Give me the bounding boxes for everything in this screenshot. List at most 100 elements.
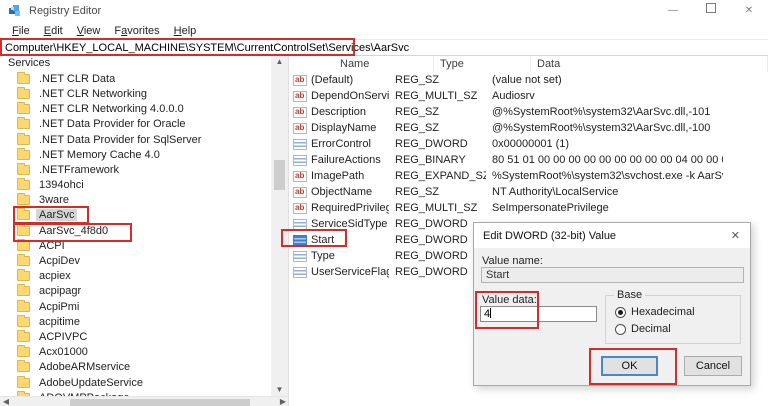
value-row[interactable]: DisplayName REG_SZ @%SystemRoot%\system3… bbox=[289, 120, 768, 136]
tree-item[interactable]: .NET Memory Cache 4.0 bbox=[0, 147, 271, 162]
folder-icon bbox=[17, 135, 30, 145]
vertical-scroll-thumb[interactable] bbox=[274, 160, 285, 190]
tree-item[interactable]: ACPIVPC bbox=[0, 329, 271, 344]
scroll-up-icon[interactable]: ▲ bbox=[271, 56, 288, 68]
tree-item[interactable]: .NET Data Provider for Oracle bbox=[0, 117, 271, 132]
folder-icon bbox=[17, 286, 30, 296]
menu-item[interactable]: Help bbox=[167, 25, 204, 37]
folder-icon bbox=[17, 317, 30, 327]
tree-horizontal-scrollbar[interactable]: ◀ ▶ bbox=[0, 396, 289, 406]
tree-item-label: acpipagr bbox=[36, 285, 84, 297]
ok-button[interactable]: OK bbox=[601, 356, 658, 376]
dialog-close-icon[interactable] bbox=[731, 229, 740, 242]
value-type-icon bbox=[293, 91, 307, 102]
minimize-icon[interactable] bbox=[654, 0, 692, 22]
tree-item[interactable]: acpitime bbox=[0, 314, 271, 329]
value-data: %SystemRoot%\system32\svchost.exe -k Aar… bbox=[486, 170, 723, 182]
value-row[interactable]: (Default) REG_SZ (value not set) bbox=[289, 72, 768, 88]
tree-item[interactable]: .NET CLR Networking 4.0.0.0 bbox=[0, 102, 271, 117]
tree-item[interactable]: AdobeARMservice bbox=[0, 360, 271, 375]
radio-decimal[interactable]: Decimal bbox=[615, 323, 671, 335]
column-header[interactable]: Type bbox=[434, 56, 531, 72]
maximize-icon[interactable] bbox=[692, 0, 730, 22]
value-type-icon bbox=[293, 267, 307, 278]
menu-item[interactable]: Edit bbox=[37, 25, 70, 37]
tree-item[interactable]: acpipagr bbox=[0, 284, 271, 299]
value-data: (value not set) bbox=[486, 74, 723, 86]
menu-item[interactable]: Favorites bbox=[107, 25, 166, 37]
tree-item-label: AarSvc bbox=[36, 209, 77, 221]
value-row[interactable]: FailureActions REG_BINARY 80 51 01 00 00… bbox=[289, 152, 768, 168]
folder-icon bbox=[17, 89, 30, 99]
value-name: Start bbox=[311, 234, 334, 246]
tree-item[interactable]: .NETFramework bbox=[0, 162, 271, 177]
tree-item[interactable]: AdobeUpdateService bbox=[0, 375, 271, 390]
value-data: NT Authority\LocalService bbox=[486, 186, 723, 198]
column-header[interactable]: Name bbox=[334, 56, 434, 72]
scroll-right-icon[interactable]: ▶ bbox=[277, 397, 289, 406]
tree-item[interactable]: AcpiPmi bbox=[0, 299, 271, 314]
value-type-icon bbox=[293, 107, 307, 118]
value-name-label: Value name: bbox=[482, 255, 543, 267]
value-name: DisplayName bbox=[311, 122, 376, 134]
tree-item[interactable]: acpiex bbox=[0, 269, 271, 284]
value-type-icon bbox=[293, 75, 307, 86]
tree-item[interactable]: ACPI bbox=[0, 238, 271, 253]
tree-root-services[interactable]: Services bbox=[0, 56, 271, 71]
address-bar[interactable]: Computer\HKEY_LOCAL_MACHINE\SYSTEM\Curre… bbox=[0, 39, 768, 56]
tree-item[interactable]: AarSvc bbox=[0, 208, 271, 223]
column-header[interactable]: Data bbox=[531, 56, 768, 72]
value-data: 0x00000001 (1) bbox=[486, 138, 723, 150]
tree-item[interactable]: .NET CLR Data bbox=[0, 71, 271, 86]
tree-item[interactable]: AcpiDev bbox=[0, 253, 271, 268]
tree-item[interactable]: 1394ohci bbox=[0, 178, 271, 193]
folder-icon bbox=[17, 180, 30, 190]
value-type-icon bbox=[293, 219, 307, 230]
close-icon[interactable] bbox=[730, 0, 768, 22]
value-row[interactable]: ImagePath REG_EXPAND_SZ %SystemRoot%\sys… bbox=[289, 168, 768, 184]
tree-item-label: .NET CLR Networking bbox=[36, 88, 150, 100]
tree-item[interactable]: .NET Data Provider for SqlServer bbox=[0, 132, 271, 147]
tree-item[interactable]: AarSvc_4f8d0 bbox=[0, 223, 271, 238]
menu-item[interactable]: View bbox=[70, 25, 108, 37]
scroll-left-icon[interactable]: ◀ bbox=[0, 397, 12, 406]
tree-item-label: ACPIVPC bbox=[36, 331, 90, 343]
value-row[interactable]: ErrorControl REG_DWORD 0x00000001 (1) bbox=[289, 136, 768, 152]
value-row[interactable]: Description REG_SZ @%SystemRoot%\system3… bbox=[289, 104, 768, 120]
tree-item[interactable]: 3ware bbox=[0, 193, 271, 208]
tree-item-label: Acx01000 bbox=[36, 346, 91, 358]
value-row[interactable]: RequiredPrivileges REG_MULTI_SZ SeImpers… bbox=[289, 200, 768, 216]
list-header: Name Type Data bbox=[289, 56, 768, 72]
tree-item[interactable]: .NET CLR Networking bbox=[0, 86, 271, 101]
address-path: Computer\HKEY_LOCAL_MACHINE\SYSTEM\Curre… bbox=[5, 42, 409, 54]
value-data: Audiosrv bbox=[486, 90, 723, 102]
value-name: ObjectName bbox=[311, 186, 372, 198]
cancel-button[interactable]: Cancel bbox=[684, 356, 742, 376]
value-name: (Default) bbox=[311, 74, 353, 86]
tree-vertical-scrollbar[interactable]: ▲ ▼ bbox=[271, 56, 288, 396]
menu-item[interactable]: File bbox=[5, 25, 37, 37]
scroll-down-icon[interactable]: ▼ bbox=[271, 384, 288, 396]
value-data: SeImpersonatePrivilege bbox=[486, 202, 723, 214]
value-type: REG_MULTI_SZ bbox=[389, 90, 486, 102]
folder-icon bbox=[17, 165, 30, 175]
value-type: REG_DWORD bbox=[389, 266, 486, 278]
value-name: ServiceSidType bbox=[311, 218, 387, 230]
radio-button-icon bbox=[615, 307, 626, 318]
radio-hexadecimal[interactable]: Hexadecimal bbox=[615, 306, 695, 318]
value-row[interactable]: DependOnService REG_MULTI_SZ Audiosrv bbox=[289, 88, 768, 104]
value-name: ImagePath bbox=[311, 170, 364, 182]
tree-item[interactable]: Acx01000 bbox=[0, 345, 271, 360]
value-data: @%SystemRoot%\system32\AarSvc.dll,-101 bbox=[486, 106, 723, 118]
folder-icon bbox=[17, 210, 30, 220]
value-type: REG_EXPAND_SZ bbox=[389, 170, 486, 182]
value-type-icon bbox=[293, 187, 307, 198]
value-type: REG_DWORD bbox=[389, 138, 486, 150]
value-type: REG_DWORD bbox=[389, 218, 486, 230]
registry-app-icon bbox=[8, 4, 22, 18]
text-caret bbox=[490, 308, 491, 318]
horizontal-scroll-thumb[interactable] bbox=[70, 399, 250, 406]
value-row[interactable]: ObjectName REG_SZ NT Authority\LocalServ… bbox=[289, 184, 768, 200]
value-type: REG_DWORD bbox=[389, 234, 486, 246]
value-data-input[interactable]: 4 bbox=[480, 306, 597, 322]
